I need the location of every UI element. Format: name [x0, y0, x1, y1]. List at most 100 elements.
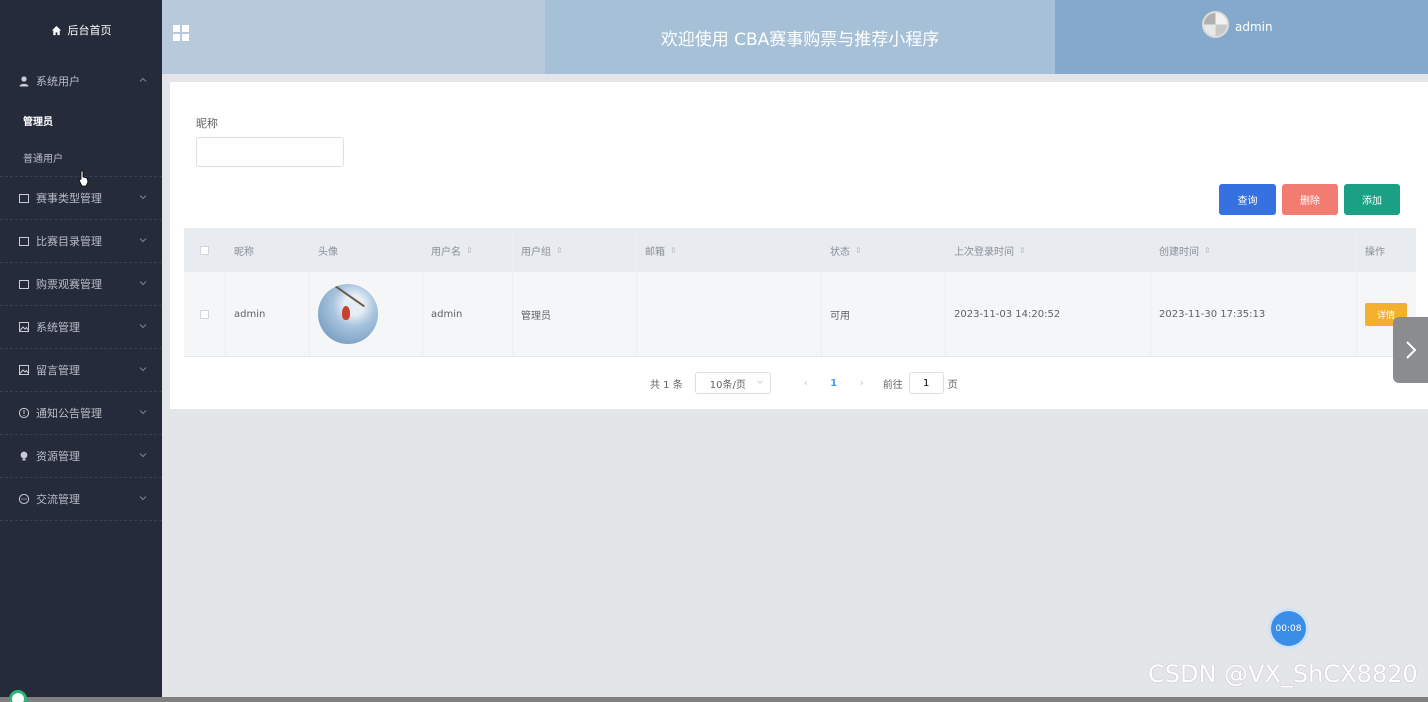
sort-icon[interactable]: ⇕ — [670, 246, 677, 255]
chevron-down-icon — [139, 496, 147, 501]
sidebar-item-label: 购票观赛管理 — [36, 278, 102, 291]
cell-email — [637, 272, 822, 356]
column-header-username[interactable]: 用户名 ⇕ — [423, 228, 513, 272]
sidebar-item-tickets[interactable]: 购票观赛管理 — [0, 263, 162, 305]
delete-button[interactable]: 删除 — [1282, 184, 1338, 215]
page-size-select[interactable]: 10条/页 — [694, 372, 771, 394]
sidebar-item-label: 资源管理 — [36, 450, 80, 463]
header-username[interactable]: admin — [1235, 20, 1273, 34]
sort-icon[interactable]: ⇕ — [466, 246, 473, 255]
column-header-label: 用户组 — [521, 246, 551, 258]
column-header-status[interactable]: 状态 ⇕ — [822, 228, 946, 272]
column-header-label: 头像 — [318, 246, 338, 258]
next-page-button[interactable]: › — [847, 378, 877, 389]
avatar[interactable] — [1202, 11, 1229, 38]
chevron-down-icon — [139, 410, 147, 415]
avatar — [318, 284, 378, 344]
nickname-search-input[interactable] — [196, 137, 344, 167]
select-all-checkbox[interactable] — [200, 245, 209, 255]
column-header-label: 操作 — [1365, 246, 1385, 258]
column-header-actions: 操作 — [1357, 228, 1416, 272]
user-icon — [19, 76, 29, 87]
side-expand-button[interactable] — [1393, 317, 1428, 383]
goto-page-input[interactable] — [908, 372, 944, 394]
sidebar-group-resources: 资源管理 — [0, 435, 162, 478]
chevron-down-icon — [139, 195, 147, 200]
watermark: CSDN @VX_ShCX8820 — [1148, 660, 1418, 688]
status-dot-icon — [9, 690, 27, 702]
sort-icon[interactable]: ⇕ — [1204, 246, 1211, 255]
sort-icon[interactable]: ⇕ — [556, 246, 563, 255]
goto-label: 前往 — [882, 379, 903, 391]
sidebar-item-label: 系统用户 — [36, 75, 80, 88]
bulb-icon — [20, 451, 28, 461]
add-button[interactable]: 添加 — [1344, 184, 1400, 215]
folder-icon — [19, 280, 29, 289]
chevron-down-icon — [139, 367, 147, 372]
chevron-down-icon — [139, 238, 147, 243]
sidebar-subitem-admin[interactable]: 管理员 — [0, 102, 162, 139]
header-left — [162, 0, 545, 74]
sidebar-item-messages[interactable]: 留言管理 — [0, 349, 162, 391]
sort-icon[interactable]: ⇕ — [855, 246, 862, 255]
avatar-stem-shape — [331, 284, 365, 308]
sidebar-group-messages: 留言管理 — [0, 349, 162, 392]
column-header-group[interactable]: 用户组 ⇕ — [513, 228, 637, 272]
main-panel: 昵称 查询 删除 添加 昵称 头像 用户名 ⇕ 用户组 ⇕ 邮箱 ⇕ 状态 ⇕ 上次登录… — [170, 82, 1428, 409]
row-checkbox[interactable] — [200, 309, 209, 319]
column-header-label: 昵称 — [234, 246, 254, 258]
column-header-avatar: 头像 — [310, 228, 423, 272]
chevron-down-icon — [139, 324, 147, 329]
cell-nickname: admin — [226, 272, 310, 356]
sidebar-group-notices: 通知公告管理 — [0, 392, 162, 435]
sidebar-group-system-users: 系统用户 管理员 普通用户 — [0, 60, 162, 177]
sidebar-item-notices[interactable]: 通知公告管理 — [0, 392, 162, 434]
cell-status: 可用 — [822, 272, 946, 356]
home-icon — [51, 25, 61, 35]
chevron-down-icon — [757, 380, 763, 384]
column-header-created[interactable]: 创建时间 ⇕ — [1151, 228, 1357, 272]
pagination: 共 1 条 10条/页 ‹ 1 › 前往 页 — [650, 372, 958, 394]
sidebar-item-label: 通知公告管理 — [36, 407, 102, 420]
sidebar-item-system-users[interactable]: 系统用户 — [0, 60, 162, 102]
sidebar-item-label: 赛事类型管理 — [36, 192, 102, 205]
chevron-down-icon — [139, 453, 147, 458]
sidebar-item-exchange[interactable]: 交流管理 — [0, 478, 162, 520]
sidebar-group-system: 系统管理 — [0, 306, 162, 349]
column-header-label: 上次登录时间 — [954, 246, 1014, 258]
column-header-label: 邮箱 — [645, 246, 665, 258]
table-row[interactable]: admin admin 管理员 可用 2023-11-03 14:20:52 2… — [184, 272, 1416, 357]
column-header-last-login[interactable]: 上次登录时间 ⇕ — [946, 228, 1151, 272]
sidebar-item-label: 比赛目录管理 — [36, 235, 102, 248]
sort-icon[interactable]: ⇕ — [1019, 246, 1026, 255]
page-word-label: 页 — [947, 379, 958, 391]
nickname-label: 昵称 — [196, 117, 218, 130]
header-user-area[interactable]: admin — [1055, 0, 1428, 74]
sidebar-item-label: 交流管理 — [36, 493, 80, 506]
users-table: 昵称 头像 用户名 ⇕ 用户组 ⇕ 邮箱 ⇕ 状态 ⇕ 上次登录时间 ⇕ 创建时间 ⇕ 操作… — [184, 228, 1416, 357]
sidebar-item-match-catalog[interactable]: 比赛目录管理 — [0, 220, 162, 262]
avatar-flower-shape — [342, 306, 350, 320]
page-size-value: 10条/页 — [709, 379, 746, 391]
grid-menu-icon[interactable] — [173, 25, 189, 41]
column-header-email[interactable]: 邮箱 ⇕ — [637, 228, 822, 272]
sidebar-item-system[interactable]: 系统管理 — [0, 306, 162, 348]
select-all-cell — [184, 228, 226, 272]
folder-icon — [19, 237, 29, 246]
cell-avatar — [310, 272, 423, 356]
sidebar-item-label: 留言管理 — [36, 364, 80, 377]
sidebar-home-label: 后台首页 — [67, 24, 112, 37]
chat-icon — [18, 493, 30, 505]
prev-page-button[interactable]: ‹ — [791, 378, 821, 389]
sidebar: 后台首页 系统用户 管理员 普通用户 赛事类型管理 比赛目录管理 购票观赛管理 — [0, 0, 162, 702]
cell-username: admin — [423, 272, 513, 356]
query-button[interactable]: 查询 — [1219, 184, 1276, 215]
cell-created: 2023-11-30 17:35:13 — [1151, 272, 1357, 356]
sidebar-home[interactable]: 后台首页 — [0, 0, 162, 60]
column-header-label: 创建时间 — [1159, 246, 1199, 258]
bottom-strip — [0, 697, 1428, 702]
info-icon — [18, 407, 30, 419]
cell-last-login: 2023-11-03 14:20:52 — [946, 272, 1151, 356]
sidebar-item-resources[interactable]: 资源管理 — [0, 435, 162, 477]
page-number-current[interactable]: 1 — [821, 378, 847, 389]
